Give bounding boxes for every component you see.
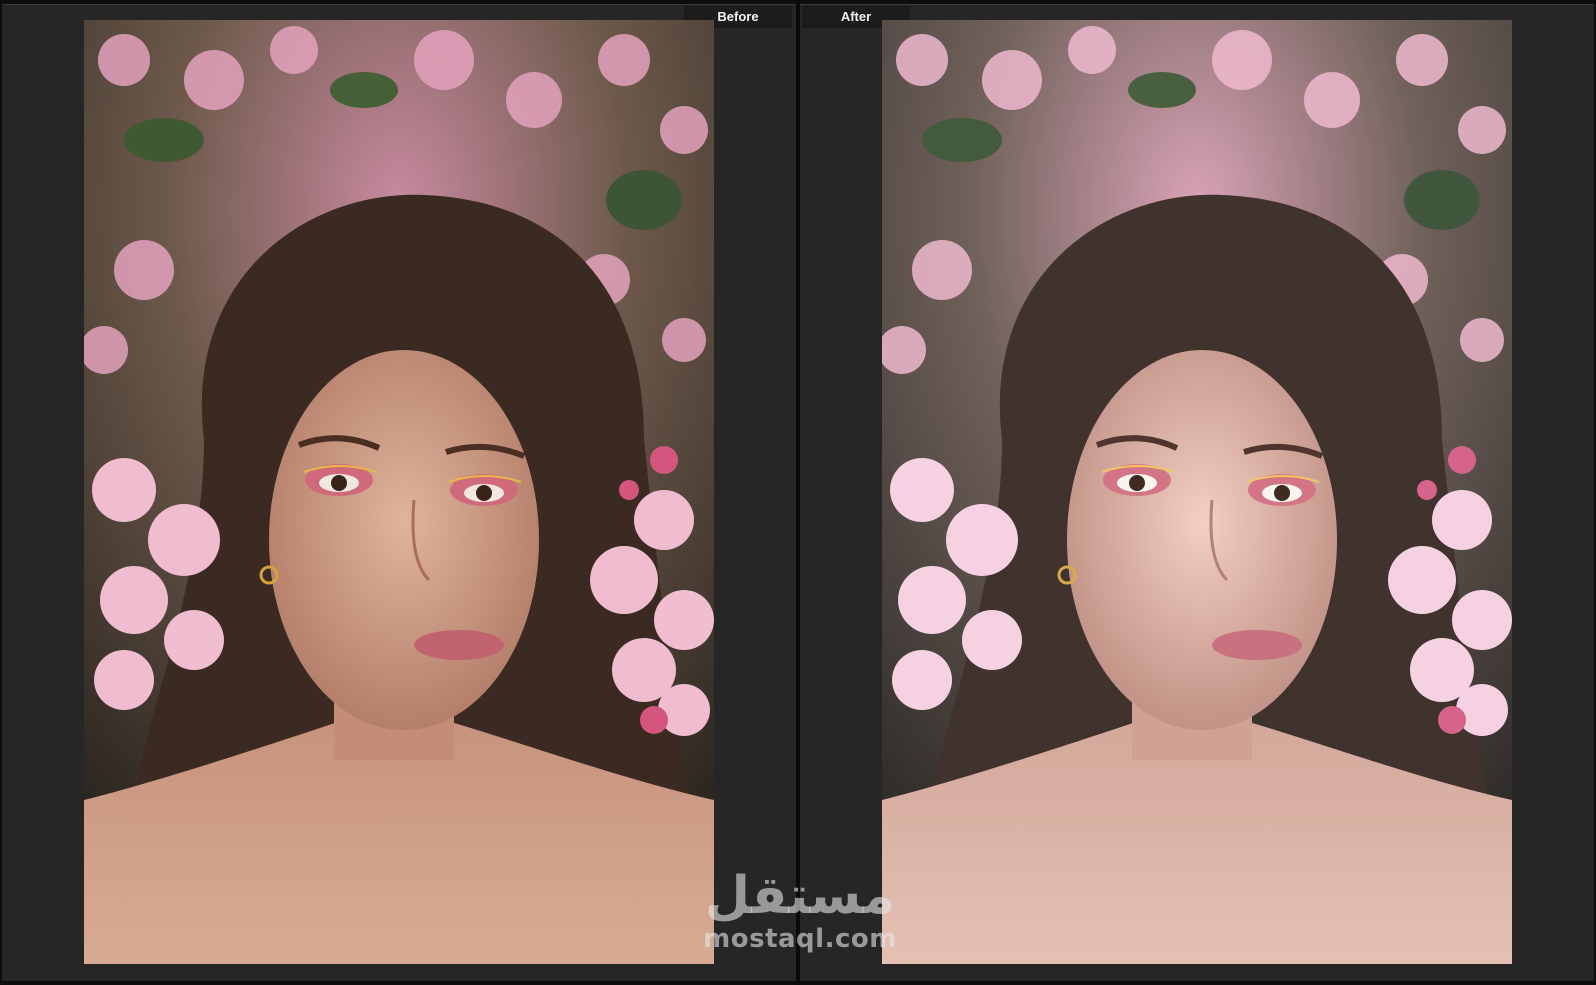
portrait-image-edited — [882, 20, 1512, 964]
before-after-compare-view: Before After مستقل mostaql.com — [0, 0, 1596, 985]
before-photo — [84, 20, 714, 964]
after-photo — [882, 20, 1512, 964]
portrait-image — [84, 20, 714, 964]
split-divider[interactable] — [796, 0, 800, 985]
